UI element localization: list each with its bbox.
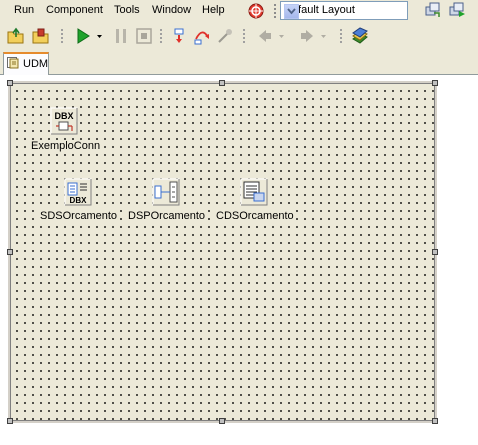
save-desktop-icon[interactable] — [424, 1, 442, 19]
resize-handle-bottom[interactable] — [219, 418, 225, 424]
forward-dropdown-icon[interactable] — [320, 27, 327, 45]
menu-bar: Run Component Tools Window Help Default … — [0, 0, 478, 22]
resize-handle-left[interactable] — [7, 249, 13, 255]
menu-window[interactable]: Window — [152, 4, 191, 17]
data-module-icon — [7, 57, 19, 69]
component-label: CDSOrcamento — [216, 210, 294, 222]
save-icon[interactable] — [32, 27, 50, 45]
toolbar-separator — [160, 29, 162, 43]
set-debug-desktop-icon[interactable] — [448, 1, 466, 19]
editor-tab-strip: UDM — [0, 50, 478, 75]
help-book-icon[interactable] — [351, 27, 369, 45]
svg-text:DBX: DBX — [54, 111, 73, 121]
resize-handle-top-left[interactable] — [7, 80, 13, 86]
menu-tools[interactable]: Tools — [114, 4, 140, 17]
back-dropdown-icon[interactable] — [278, 27, 285, 45]
menu-help[interactable]: Help — [202, 4, 225, 17]
resize-handle-top-right[interactable] — [432, 80, 438, 86]
component-label: ExemploConn — [31, 140, 101, 152]
chevron-down-icon[interactable] — [284, 4, 299, 19]
run-dropdown-icon[interactable] — [96, 27, 103, 45]
run-icon[interactable] — [74, 27, 92, 45]
resize-handle-top[interactable] — [219, 80, 225, 86]
run-to-cursor-icon[interactable] — [216, 27, 234, 45]
stop-icon[interactable] — [135, 27, 153, 45]
back-icon[interactable] — [256, 27, 274, 45]
tab-udm[interactable]: UDM — [3, 52, 49, 75]
dbx-connection-icon: DBX — [50, 107, 78, 135]
toolbar — [0, 22, 478, 50]
component-label: DSPOrcamento — [128, 210, 206, 222]
pause-icon[interactable] — [112, 27, 130, 45]
toolbar-separator — [61, 29, 63, 43]
toolbar-grip[interactable] — [274, 4, 276, 20]
toolbar-separator — [243, 29, 245, 43]
trace-into-icon[interactable] — [170, 27, 188, 45]
svg-text:DBX: DBX — [70, 196, 88, 205]
resize-handle-right[interactable] — [432, 249, 438, 255]
toolbar-separator — [340, 29, 342, 43]
client-dataset-icon — [240, 178, 268, 206]
component-label: SDSOrcamento — [40, 210, 118, 222]
tab-label: UDM — [23, 58, 49, 70]
resize-handle-bottom-right[interactable] — [432, 418, 438, 424]
step-over-icon[interactable] — [193, 27, 211, 45]
forward-icon[interactable] — [298, 27, 316, 45]
menu-run[interactable]: Run — [14, 4, 34, 17]
help-globe-icon[interactable] — [247, 2, 265, 20]
desktop-layout-select[interactable]: Default Layout — [280, 1, 408, 20]
menu-component[interactable]: Component — [46, 4, 103, 17]
dataset-provider-icon — [152, 178, 180, 206]
resize-handle-bottom-left[interactable] — [7, 418, 13, 424]
open-project-icon[interactable] — [7, 27, 25, 45]
sql-dataset-icon: DBX — [64, 178, 92, 206]
